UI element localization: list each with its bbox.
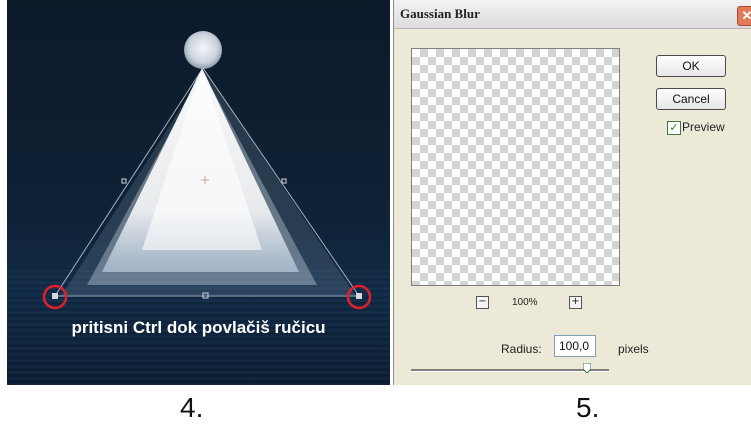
radius-slider-track[interactable]	[411, 369, 609, 372]
moon	[184, 31, 222, 69]
transform-canvas: pritisni Ctrl dok povlačiš ručicu	[7, 0, 390, 385]
gaussian-blur-dialog: Gaussian Blur ✕ − 100% + OK Cancel ✓ Pre…	[393, 0, 751, 385]
close-button[interactable]: ✕	[737, 6, 751, 26]
zoom-level: 100%	[512, 297, 538, 308]
radius-input[interactable]	[554, 335, 596, 357]
preview-label: Preview	[682, 120, 725, 134]
preview-checkbox[interactable]: ✓	[667, 121, 681, 135]
dialog-titlebar[interactable]: Gaussian Blur ✕	[394, 0, 751, 29]
step-4-number: 4.	[180, 392, 204, 423]
step-5-number: 5.	[576, 392, 600, 423]
zoom-in-button[interactable]: +	[569, 296, 582, 309]
cancel-button[interactable]: Cancel	[656, 88, 726, 110]
blur-preview-area[interactable]	[411, 48, 620, 286]
left-corner-handle[interactable]	[42, 284, 68, 310]
zoom-out-button[interactable]: −	[476, 296, 489, 309]
radius-unit-label: pixels	[618, 342, 649, 356]
radius-slider-thumb[interactable]	[583, 363, 592, 373]
ok-button[interactable]: OK	[656, 55, 726, 77]
dialog-title: Gaussian Blur	[400, 6, 480, 21]
right-corner-handle[interactable]	[346, 284, 372, 310]
instruction-text: pritisni Ctrl dok povlačiš ručicu	[71, 318, 326, 337]
radius-label: Radius:	[501, 342, 542, 356]
